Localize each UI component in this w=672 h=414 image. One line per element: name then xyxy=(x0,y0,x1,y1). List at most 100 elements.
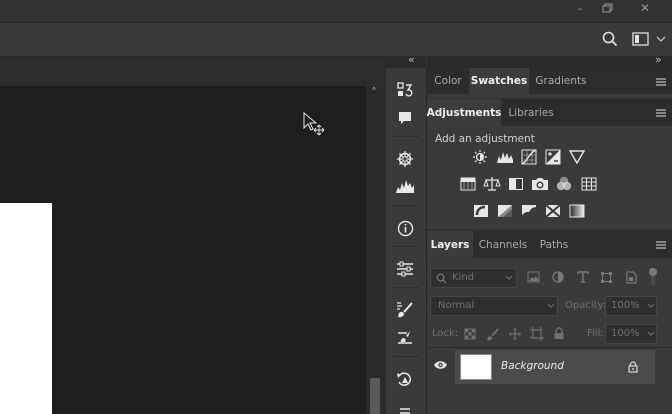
tab-paths[interactable]: Paths xyxy=(533,231,575,258)
layer-filter-select[interactable]: Kind xyxy=(430,268,517,288)
chevron-down-icon xyxy=(656,36,666,42)
blend-mode-select[interactable]: Normal xyxy=(430,296,558,316)
minimize-button[interactable]: – xyxy=(566,0,594,16)
lock-icon xyxy=(628,361,638,373)
brush-icon xyxy=(487,328,499,341)
adjustments-panel-tabs: Adjustments Libraries xyxy=(427,99,672,126)
selective-color-button[interactable] xyxy=(544,203,562,219)
brightness-contrast-icon xyxy=(473,150,487,164)
vertical-scrollbar[interactable]: ˄ xyxy=(366,86,386,414)
checkerboard-icon xyxy=(464,328,476,340)
exposure-button[interactable] xyxy=(544,149,562,165)
dock-divider xyxy=(393,287,419,288)
swatches-panel-body xyxy=(427,94,672,98)
posterize-button[interactable] xyxy=(496,203,514,219)
tab-channels[interactable]: Channels xyxy=(473,231,533,258)
histogram-button[interactable] xyxy=(390,176,420,198)
workspace-button[interactable] xyxy=(632,32,650,46)
scrollbar-thumb[interactable] xyxy=(370,378,380,414)
tab-label: Gradients xyxy=(535,75,587,87)
document-canvas[interactable] xyxy=(0,203,52,414)
exposure-icon xyxy=(545,149,561,165)
channel-mixer-button[interactable] xyxy=(555,176,573,192)
document-tab-bar xyxy=(0,56,386,87)
layers-panel-tabs: Layers Channels Paths xyxy=(427,231,672,258)
tab-adjustments[interactable]: Adjustments xyxy=(427,99,501,126)
lock-transparent-button[interactable] xyxy=(464,328,476,340)
filter-adjustment-button[interactable] xyxy=(552,271,564,283)
adjustments-panel-menu[interactable] xyxy=(655,108,667,118)
title-bar: – ✕ xyxy=(0,0,672,21)
tab-label: Adjustments xyxy=(426,106,502,119)
lock-artboard-button[interactable] xyxy=(530,327,544,341)
filter-kind-label: Kind xyxy=(452,272,475,283)
vibrance-button[interactable] xyxy=(568,149,586,165)
layer-row-background[interactable]: Background xyxy=(455,350,655,384)
curves-button[interactable] xyxy=(520,149,538,165)
invert-button[interactable] xyxy=(472,203,490,219)
hue-saturation-icon xyxy=(460,177,476,191)
photo-filter-button[interactable] xyxy=(531,176,549,192)
actions-button[interactable] xyxy=(390,368,420,390)
tab-label: Layers xyxy=(430,238,470,251)
lock-all-button[interactable] xyxy=(553,327,565,340)
color-balance-icon xyxy=(483,177,501,191)
opacity-input[interactable]: 100% xyxy=(605,296,657,316)
tab-libraries[interactable]: Libraries xyxy=(501,99,561,126)
lock-image-button[interactable] xyxy=(486,328,499,341)
scroll-up-icon[interactable]: ˄ xyxy=(371,86,377,100)
history-button[interactable] xyxy=(390,79,420,101)
gradient-map-icon xyxy=(569,204,585,218)
layers-panel-menu[interactable] xyxy=(655,240,667,250)
artboard-icon xyxy=(530,327,544,341)
minimize-icon: – xyxy=(577,1,583,15)
properties-button[interactable] xyxy=(390,258,420,280)
hue-saturation-button[interactable] xyxy=(459,176,477,192)
lock-position-button[interactable] xyxy=(508,327,522,341)
collapse-panels-icon[interactable]: » xyxy=(655,53,662,66)
filter-shape-button[interactable] xyxy=(600,271,613,284)
filter-toggle[interactable] xyxy=(647,266,659,288)
dock-more-button[interactable] xyxy=(390,404,420,414)
brightness-contrast-button[interactable] xyxy=(471,149,489,165)
brush-settings-button[interactable] xyxy=(390,299,420,321)
filter-pixel-button[interactable] xyxy=(527,271,540,283)
color-panel-menu[interactable] xyxy=(655,77,667,87)
dock-divider xyxy=(393,356,419,357)
navigator-button[interactable] xyxy=(390,148,420,170)
color-lookup-button[interactable] xyxy=(580,176,598,192)
channel-mixer-icon xyxy=(556,176,572,191)
chevron-down-icon xyxy=(505,275,513,280)
filter-smart-object-button[interactable] xyxy=(625,271,637,284)
layer-visibility-toggle[interactable] xyxy=(433,360,448,370)
threshold-button[interactable] xyxy=(520,203,538,219)
collapse-dock-icon[interactable]: « xyxy=(408,53,415,66)
tool-presets-button[interactable] xyxy=(390,327,420,349)
workspace-dropdown[interactable] xyxy=(656,35,666,43)
dock-divider xyxy=(393,205,419,206)
comments-button[interactable] xyxy=(390,107,420,129)
fill-input[interactable]: 100% xyxy=(605,324,657,344)
black-white-button[interactable] xyxy=(507,176,525,192)
tab-gradients[interactable]: Gradients xyxy=(529,68,593,94)
gradient-map-button[interactable] xyxy=(568,203,586,219)
options-bar xyxy=(0,22,672,57)
tab-color[interactable]: Color xyxy=(427,68,469,94)
more-icon xyxy=(400,408,410,414)
close-button[interactable]: ✕ xyxy=(631,0,659,16)
brush-settings-icon xyxy=(397,302,413,318)
threshold-icon xyxy=(522,205,536,217)
tab-swatches[interactable]: Swatches xyxy=(469,68,529,94)
levels-button[interactable] xyxy=(496,149,514,165)
tab-label: Libraries xyxy=(508,106,554,119)
search-button[interactable] xyxy=(602,31,618,47)
histogram-icon xyxy=(396,180,414,193)
restore-button[interactable] xyxy=(594,0,622,16)
fill-value: 100% xyxy=(611,328,640,339)
filter-type-button[interactable] xyxy=(577,271,589,283)
tab-layers[interactable]: Layers xyxy=(427,231,473,258)
vibrance-icon xyxy=(569,150,585,164)
color-balance-button[interactable] xyxy=(483,176,501,192)
info-button[interactable] xyxy=(390,217,420,239)
photo-filter-icon xyxy=(532,178,548,190)
